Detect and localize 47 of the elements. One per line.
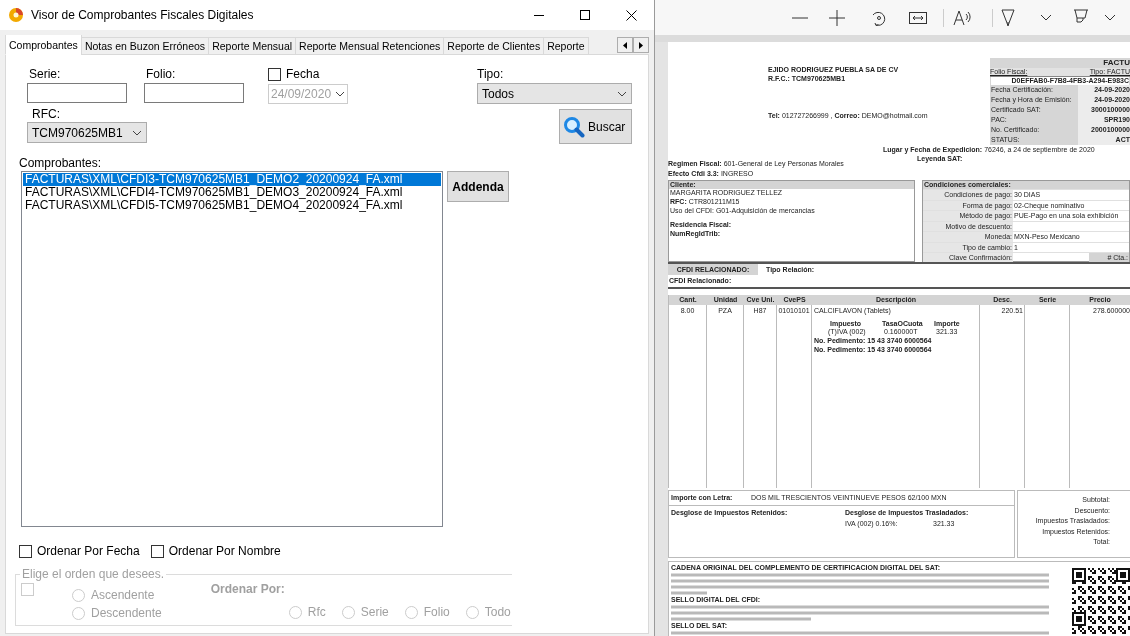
dropdown[interactable]: Todos (477, 83, 632, 104)
tab[interactable]: Reporte de Clientes (443, 37, 545, 55)
radio-label: Rfc (307, 605, 326, 619)
list-item[interactable]: FACTURAS\XML\CFDI4-TCM970625MB1_DEMO3_20200924_FA.xml (23, 186, 441, 199)
chevron-down-icon (617, 90, 627, 97)
field-label: RFC: (31, 107, 61, 121)
search-icon (563, 115, 585, 138)
tab[interactable]: Reporte Mensual Retenciones (295, 37, 445, 55)
input-field[interactable] (144, 83, 244, 103)
radio-label: Descendente (91, 606, 162, 620)
radio-label: Serie (360, 605, 389, 619)
field-label: Tipo: (477, 67, 505, 81)
field-label: Folio: (145, 67, 177, 81)
caret-right-icon (639, 41, 643, 49)
checkbox-label: Fecha (286, 67, 320, 81)
tab[interactable]: Notas en Buzon Erróneos (80, 37, 210, 55)
file-list[interactable]: FACTURAS\XML\CFDI3-TCM970625MB1_DEMO2_20200924_FA.xml FACTURAS\XML\CFDI4-TCM970625MB1_DEMO3_20200924_FA.xml FACTURAS\XML\CFDI5-TCM970625MB1_DEMO4_20200924_FA.xml (21, 171, 443, 527)
group-title: Elige el orden que desees. (20, 566, 167, 582)
search-button[interactable]: Buscar (559, 109, 632, 144)
radio-label: Ascendente (91, 588, 155, 602)
addenda-button[interactable]: Addenda (447, 171, 509, 202)
list-label: Comprobantes: (19, 156, 103, 170)
checkbox[interactable] (150, 544, 164, 558)
app-icon (8, 7, 24, 23)
tab[interactable]: Reporte Mensual (208, 37, 297, 55)
dropdown[interactable]: TCM970625MB1 (27, 122, 147, 143)
window-title: Visor de Comprobantes Fiscales Digitales (31, 7, 254, 24)
group-label: Ordenar Por: (210, 582, 286, 596)
tab[interactable]: Comprobantes (5, 35, 82, 55)
input-field[interactable] (27, 83, 127, 103)
field-label: Serie: (28, 67, 62, 81)
chevron-down-icon (335, 91, 345, 97)
caret-left-icon (623, 41, 627, 49)
radio-label: Folio (423, 605, 450, 619)
close-icon[interactable] (625, 9, 637, 21)
maximize-icon[interactable] (580, 10, 590, 20)
scroll-right-button[interactable] (633, 37, 649, 53)
checkbox[interactable] (19, 544, 32, 558)
list-item[interactable]: FACTURAS\XML\CFDI3-TCM970625MB1_DEMO2_20200924_FA.xml (23, 173, 441, 186)
tab[interactable]: Reporte (543, 37, 589, 55)
chevron-down-icon (132, 129, 142, 136)
scroll-left-button[interactable] (617, 37, 633, 53)
list-item[interactable]: FACTURAS\XML\CFDI5-TCM970625MB1_DEMO4_20200924_FA.xml (23, 199, 441, 212)
checkbox-label: Ordenar Por Nombre (168, 543, 281, 560)
invoice-type-title: FACTU (1102, 58, 1130, 68)
radio-label: Todo (484, 605, 511, 619)
checkbox-label: Ordenar Por Fecha (37, 543, 140, 560)
